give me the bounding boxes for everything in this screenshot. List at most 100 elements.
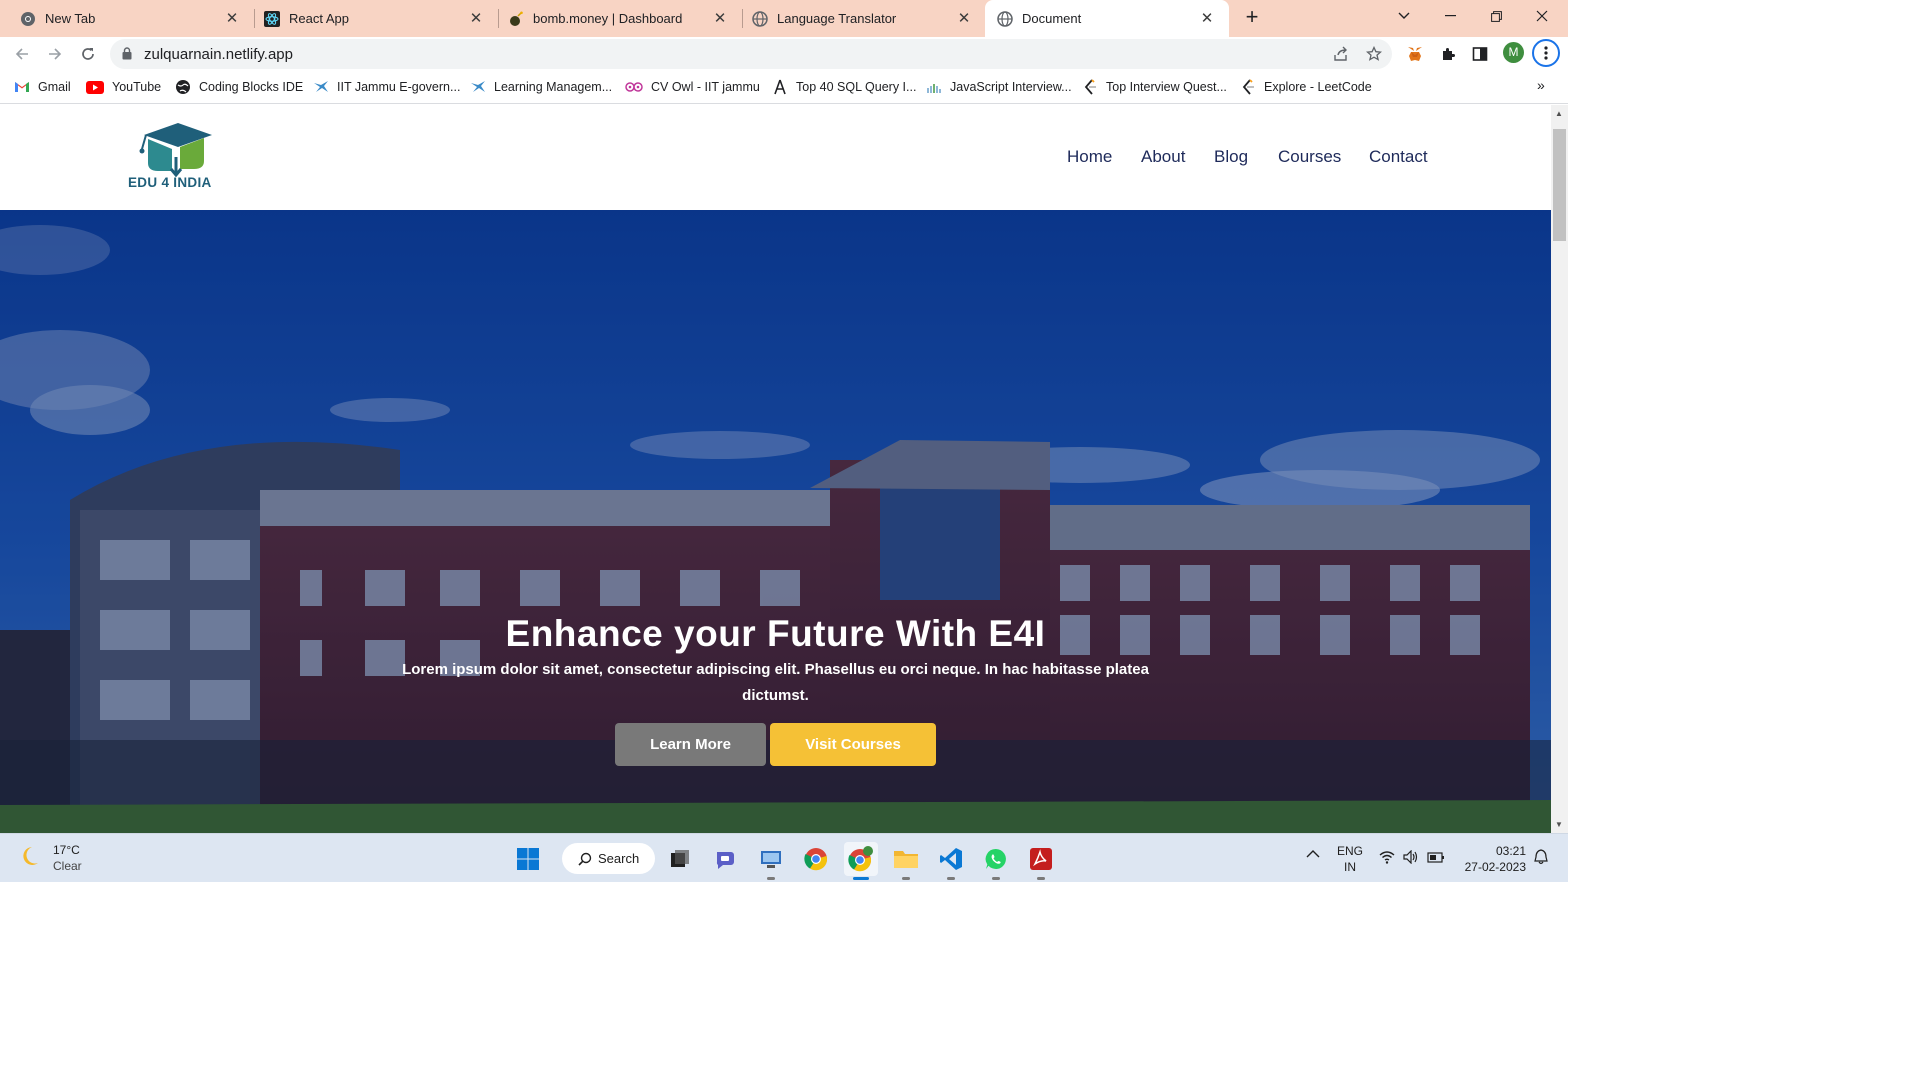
hero-title: Enhance your Future With E4I [505, 613, 1046, 654]
windows-taskbar: 17°C Clear Search ENG IN 03:21 27-02-202… [0, 833, 1568, 882]
acrobat-reader-icon[interactable] [1024, 842, 1058, 880]
moon-weather-icon[interactable] [20, 843, 46, 874]
bird-icon [470, 79, 486, 95]
compass-icon [772, 79, 788, 95]
address-bar[interactable]: zulquarnain.netlify.app [110, 39, 1392, 69]
youtube-icon [86, 79, 104, 95]
nav-link-about[interactable]: About [1141, 147, 1185, 167]
notification-bell-icon[interactable] [1534, 849, 1548, 868]
bookmark-label: Learning Managem... [494, 80, 613, 94]
bookmark-label: CV Owl - IIT jammu [651, 80, 760, 94]
search-label: Search [598, 851, 640, 866]
tab-bomb-money[interactable]: bomb.money | Dashboard ✕ [488, 0, 742, 37]
close-icon[interactable]: ✕ [1199, 10, 1215, 27]
tab-document[interactable]: Document ✕ [985, 0, 1229, 37]
bookmark-sql-query[interactable]: Top 40 SQL Query I... [772, 78, 916, 96]
visit-courses-button[interactable]: Visit Courses [770, 723, 936, 766]
back-button[interactable] [9, 41, 35, 67]
scroll-down-arrow-icon[interactable]: ▼ [1555, 820, 1564, 829]
bookmark-learning-management[interactable]: Learning Managem... [470, 78, 612, 96]
whatsapp-icon[interactable] [979, 842, 1013, 880]
volume-icon[interactable] [1403, 849, 1419, 867]
chrome-icon[interactable] [799, 842, 833, 876]
bookmark-javascript-interview[interactable]: JavaScript Interview... [926, 78, 1072, 96]
globe-icon [175, 79, 191, 95]
bookmark-top-interview-questions[interactable]: Top Interview Quest... [1082, 78, 1227, 96]
tab-react-app[interactable]: React App ✕ [244, 0, 498, 37]
clock-date: 27-02-2023 [1464, 860, 1526, 874]
bookmark-label: Top 40 SQL Query I... [796, 80, 917, 94]
reload-button[interactable] [75, 41, 101, 67]
tab-title: New Tab [45, 11, 96, 26]
scrollbar-thumb[interactable] [1553, 129, 1566, 241]
bookmark-star-icon[interactable] [1365, 45, 1383, 63]
wifi-icon[interactable] [1379, 850, 1395, 867]
close-window-button[interactable] [1519, 0, 1565, 32]
language-code: ENG [1337, 844, 1364, 858]
weather-temperature[interactable]: 17°C [53, 843, 80, 857]
remote-desktop-icon[interactable] [754, 842, 788, 880]
weather-condition[interactable]: Clear [53, 859, 82, 873]
running-indicator [902, 877, 910, 880]
chevron-right-icon[interactable]: » [1537, 77, 1545, 93]
tab-search-icon[interactable] [1381, 0, 1427, 32]
forward-button[interactable] [42, 41, 68, 67]
bookmark-label: Explore - LeetCode [1264, 80, 1372, 94]
bookmark-label: IIT Jammu E-govern... [337, 80, 461, 94]
running-indicator [1037, 877, 1045, 880]
bookmark-label: Coding Blocks IDE [199, 80, 304, 94]
profile-avatar[interactable]: M [1503, 42, 1524, 63]
bomb-icon [508, 11, 524, 27]
learn-more-button[interactable]: Learn More [615, 723, 766, 766]
page-scrollbar[interactable]: ▲ ▼ [1551, 105, 1568, 833]
battery-icon[interactable] [1427, 850, 1445, 867]
side-panel-icon[interactable] [1469, 43, 1491, 65]
close-icon[interactable]: ✕ [224, 10, 240, 27]
close-icon[interactable]: ✕ [468, 10, 484, 27]
restore-button[interactable] [1473, 0, 1519, 32]
share-icon[interactable] [1332, 45, 1350, 63]
lock-icon[interactable] [122, 47, 132, 65]
bookmark-iit-jammu-egov[interactable]: IIT Jammu E-govern... [313, 78, 460, 96]
minimize-button[interactable] [1427, 0, 1473, 32]
bookmark-label: Gmail [38, 80, 71, 94]
bookmark-cv-owl[interactable]: CV Owl - IIT jammu [625, 78, 760, 96]
language-indicator[interactable]: ENG IN [1337, 843, 1363, 875]
system-clock[interactable]: 03:21 27-02-2023 [1460, 843, 1526, 875]
nav-link-contact[interactable]: Contact [1369, 147, 1428, 167]
gmail-icon [14, 79, 30, 95]
running-indicator [767, 877, 775, 880]
new-tab-button[interactable]: + [1240, 6, 1264, 30]
bookmark-gmail[interactable]: Gmail [14, 78, 71, 96]
nav-link-blog[interactable]: Blog [1214, 147, 1248, 167]
bookmark-youtube[interactable]: YouTube [86, 78, 161, 96]
url-text[interactable]: zulquarnain.netlify.app [144, 46, 293, 63]
task-view-icon[interactable] [663, 842, 697, 876]
file-explorer-icon[interactable] [889, 842, 923, 880]
browser-menu-button[interactable] [1532, 39, 1560, 67]
close-icon[interactable]: ✕ [956, 10, 972, 27]
bookmark-explore-leetcode[interactable]: Explore - LeetCode [1240, 78, 1372, 96]
nav-link-courses[interactable]: Courses [1278, 147, 1341, 167]
tab-new-tab[interactable]: New Tab ✕ [0, 0, 254, 37]
screen: New Tab ✕ React App ✕ bomb.money | Dashb… [0, 0, 1568, 882]
tab-title: bomb.money | Dashboard [533, 11, 683, 26]
tab-language-translator[interactable]: Language Translator ✕ [732, 0, 986, 37]
taskbar-search[interactable]: Search [562, 843, 655, 874]
scroll-up-arrow-icon[interactable]: ▲ [1555, 109, 1564, 118]
vscode-icon[interactable] [934, 842, 968, 880]
bookmark-coding-blocks[interactable]: Coding Blocks IDE [175, 78, 303, 96]
close-icon[interactable]: ✕ [712, 10, 728, 27]
globe-icon [752, 10, 768, 27]
chrome-icon [20, 11, 36, 27]
chevron-up-icon[interactable] [1306, 848, 1320, 862]
tab-title: Document [1022, 11, 1082, 26]
metamask-icon[interactable] [1404, 43, 1426, 65]
bookmark-label: JavaScript Interview... [950, 80, 1072, 94]
nav-link-home[interactable]: Home [1067, 147, 1112, 167]
teams-chat-icon[interactable] [709, 842, 743, 876]
extensions-icon[interactable] [1437, 43, 1459, 65]
tab-title: React App [289, 11, 349, 26]
chrome-profile-icon[interactable] [844, 842, 878, 880]
windows-start-icon[interactable] [511, 842, 545, 876]
